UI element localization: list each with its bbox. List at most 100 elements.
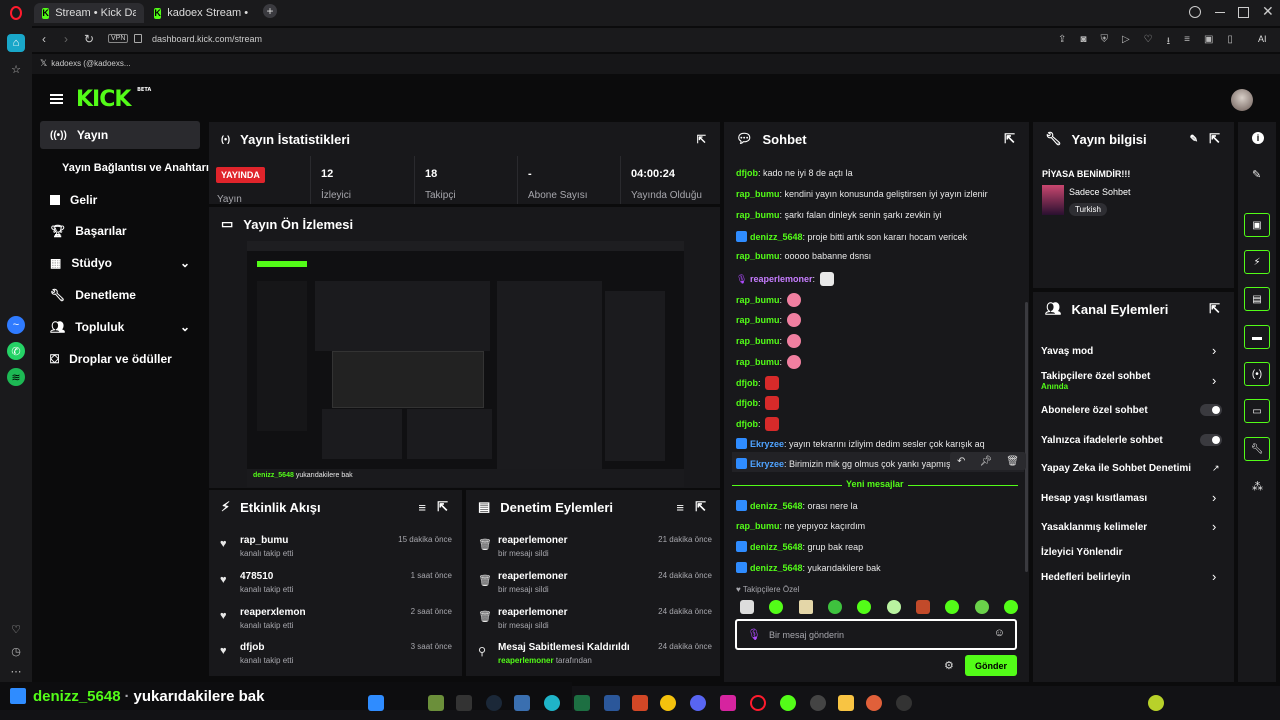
action-raid[interactable]: İzleyici Yönlendir xyxy=(1041,547,1123,558)
action-ai-moderation[interactable]: Yapay Zeka ile Sohbet Denetimi xyxy=(1041,463,1191,474)
add-widget-icon[interactable]: ⁂ xyxy=(1252,480,1263,493)
filter-icon[interactable]: ≡ xyxy=(418,500,426,515)
shield-icon[interactable]: ⛨ xyxy=(1100,34,1108,51)
nav-topluluk[interactable]: 👥︎ Topluluk ⌄ xyxy=(40,313,200,341)
star-icon[interactable]: ☆ xyxy=(7,60,25,78)
close-icon[interactable]: ✕ xyxy=(1262,3,1274,20)
vpn-badge[interactable]: VPN xyxy=(108,34,129,43)
back-icon[interactable]: ‹ xyxy=(42,32,46,46)
emote-icon[interactable] xyxy=(740,600,754,614)
url-field[interactable]: dashboard.kick.com/stream xyxy=(152,34,262,44)
tray-icon[interactable] xyxy=(1148,695,1164,711)
profile-icon[interactable]: ▣ xyxy=(1204,34,1213,51)
taskbar-app-icon[interactable] xyxy=(810,695,826,711)
maximize-icon[interactable] xyxy=(1238,7,1249,18)
chat-settings-icon[interactable]: ⚙ xyxy=(944,659,954,672)
action-slow-mode[interactable]: Yavaş mod xyxy=(1041,346,1093,357)
emote-only-toggle[interactable] xyxy=(1200,434,1222,446)
camera-icon[interactable]: ◙ xyxy=(1080,34,1086,51)
pencil-icon[interactable]: ✎ xyxy=(1252,168,1261,181)
taskbar-app-icon[interactable] xyxy=(428,695,444,711)
category-name[interactable]: Sadece Sohbet xyxy=(1069,187,1131,197)
more-icon[interactable]: ⋯ xyxy=(7,662,25,680)
nav-stream-key[interactable]: Yayın Bağlantısı ve Anahtarı xyxy=(52,154,212,182)
chevron-right-icon[interactable]: › xyxy=(1212,343,1216,358)
emote-icon[interactable] xyxy=(886,600,901,614)
chevron-right-icon[interactable]: › xyxy=(1212,490,1216,505)
subscribers-only-toggle[interactable] xyxy=(1200,404,1222,416)
share-icon[interactable]: ⇪ xyxy=(1058,34,1066,51)
emote-icon[interactable] xyxy=(974,600,989,614)
bookmark-item[interactable]: 𝕏 kadoexs (@kadoexs... xyxy=(40,58,131,69)
rail-broadcast-button[interactable]: (•) xyxy=(1244,362,1270,386)
chat-scrollbar[interactable] xyxy=(1025,302,1028,572)
action-banned-words[interactable]: Yasaklanmış kelimeler xyxy=(1041,522,1147,533)
menu-icon[interactable]: ≡ xyxy=(1184,34,1190,51)
trash-icon[interactable]: 🗑︎ xyxy=(1006,456,1019,467)
chrome-icon[interactable] xyxy=(660,695,676,711)
download-icon[interactable]: ⭳ xyxy=(1167,34,1171,51)
tab-kadoex-stream[interactable]: K kadoex Stream • Watch Li xyxy=(146,3,258,23)
steam-icon[interactable] xyxy=(486,695,502,711)
play-icon[interactable]: ▷ xyxy=(1122,34,1130,51)
emote-icon[interactable] xyxy=(1003,600,1018,614)
rail-stats-button[interactable]: ▣ xyxy=(1244,213,1270,237)
action-account-age[interactable]: Hesap yaşı kısıtlaması xyxy=(1041,493,1147,504)
emote-icon[interactable] xyxy=(769,600,784,614)
hamburger-menu-icon[interactable] xyxy=(50,94,63,104)
popout-icon[interactable]: ⇱ xyxy=(437,499,448,515)
edge-icon[interactable] xyxy=(544,695,560,711)
chat-input[interactable]: 🎙︎ Bir mesaj gönderin ☺ xyxy=(735,619,1017,650)
heart-outline-icon[interactable]: ♡ xyxy=(1144,34,1153,51)
emote-icon[interactable] xyxy=(857,600,872,614)
new-messages-divider[interactable]: Yeni mesajlar xyxy=(732,479,1018,491)
opera-logo-icon[interactable] xyxy=(10,6,22,20)
emote-icon[interactable] xyxy=(945,600,960,614)
powerpoint-icon[interactable] xyxy=(632,695,648,711)
word-icon[interactable] xyxy=(604,695,620,711)
excel-icon[interactable] xyxy=(574,695,590,711)
heart-icon[interactable]: ♡ xyxy=(7,620,25,638)
info-icon[interactable]: i xyxy=(1252,132,1264,144)
nav-basarilar[interactable]: 🏆︎ Başarılar xyxy=(40,217,200,245)
taskbar-app-icon[interactable] xyxy=(690,695,706,711)
nav-droplar[interactable]: ⛋ Droplar ve ödüller xyxy=(40,345,200,373)
instagram-icon[interactable] xyxy=(720,695,736,711)
whatsapp-icon[interactable]: ✆ xyxy=(7,342,25,360)
search-icon[interactable] xyxy=(1189,6,1201,18)
forward-icon[interactable]: › xyxy=(64,32,68,46)
send-button[interactable]: Gönder xyxy=(965,655,1017,676)
rail-settings-button[interactable]: 🔧︎ xyxy=(1244,437,1270,461)
chevron-right-icon[interactable]: › xyxy=(1212,569,1216,584)
emote-icon[interactable] xyxy=(798,600,813,614)
chevron-right-icon[interactable]: › xyxy=(1212,519,1216,534)
pin-icon[interactable]: 📌︎ xyxy=(979,456,992,467)
nav-gelir[interactable]: Gelir xyxy=(40,186,200,214)
popout-icon[interactable]: ⇱ xyxy=(1209,301,1220,317)
filter-icon[interactable]: ≡ xyxy=(676,500,684,515)
emoji-icon[interactable]: ☺ xyxy=(994,627,1005,639)
user-avatar[interactable] xyxy=(1231,89,1253,111)
nav-studyo[interactable]: ▦ Stüdyo ⌄ xyxy=(40,249,200,277)
new-tab-button[interactable]: + xyxy=(263,4,277,18)
nav-denetleme[interactable]: 🔧︎ Denetleme xyxy=(40,281,200,309)
external-link-icon[interactable]: ↗ xyxy=(1212,463,1220,474)
chevron-right-icon[interactable]: › xyxy=(1212,373,1216,388)
opera-taskbar-icon[interactable] xyxy=(750,695,766,711)
popout-icon[interactable]: ⇱ xyxy=(1004,131,1015,147)
rail-activity-button[interactable]: ⚡︎ xyxy=(1244,250,1270,274)
taskbar-app-icon[interactable] xyxy=(514,695,530,711)
popout-icon[interactable]: ⇱ xyxy=(1209,131,1220,147)
minimize-icon[interactable] xyxy=(1215,12,1225,13)
popout-icon[interactable]: ⇱ xyxy=(695,499,706,515)
messenger-icon[interactable]: ~ xyxy=(7,316,25,334)
action-followers-only[interactable]: Takipçilere özel sohbet Anında xyxy=(1041,371,1150,391)
taskbar-app-icon[interactable] xyxy=(896,695,912,711)
taskbar-app-icon[interactable] xyxy=(780,695,796,711)
rail-preview-button[interactable]: ▭ xyxy=(1244,399,1270,423)
emote-icon[interactable] xyxy=(915,600,930,614)
home-icon[interactable]: ⌂ xyxy=(7,34,25,52)
windows-start-icon[interactable] xyxy=(368,695,384,711)
reload-icon[interactable]: ↻ xyxy=(84,32,94,46)
undo-icon[interactable]: ↶ xyxy=(957,456,965,467)
